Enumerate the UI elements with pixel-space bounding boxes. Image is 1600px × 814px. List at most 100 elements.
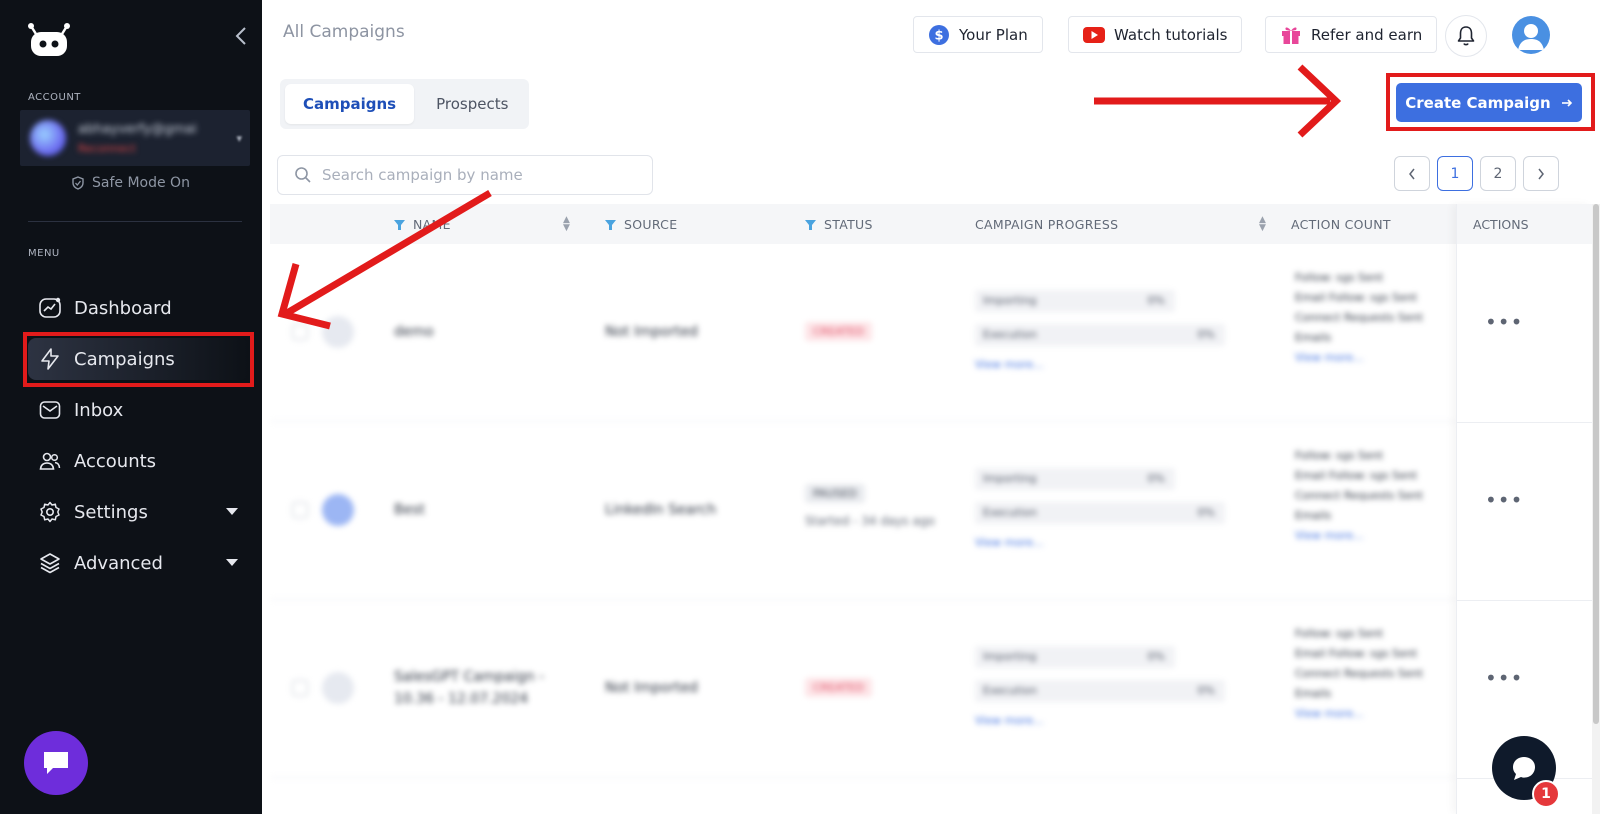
filter-icon[interactable] [805, 219, 816, 230]
table-row[interactable]: Best LinkedIn Search PAUSED Started - 34… [270, 422, 1456, 600]
pagination-next-button[interactable] [1523, 156, 1559, 191]
gift-icon [1282, 27, 1300, 44]
user-icon [1518, 24, 1544, 50]
layers-icon [40, 553, 60, 574]
pagination-page-1[interactable]: 1 [1437, 156, 1473, 191]
your-plan-label: Your Plan [959, 25, 1028, 44]
progress-view-more-link[interactable]: View more... [975, 358, 1044, 371]
status-badge: CREATED [805, 678, 873, 697]
table-row[interactable]: demo Not Imported CREATED Importing 0% Ex… [270, 244, 1456, 422]
column-header-action-count[interactable]: ACTION COUNT [1291, 217, 1391, 232]
user-avatar[interactable] [1512, 16, 1550, 54]
campaign-source: LinkedIn Search [605, 502, 717, 518]
account-section-label: ACCOUNT [28, 92, 81, 103]
account-name: abhayverfy@gmai [78, 122, 197, 137]
sidebar-item-label: Inbox [74, 399, 124, 421]
sidebar-divider [28, 221, 242, 222]
campaign-search [277, 155, 653, 195]
progress-view-more-link[interactable]: View more... [975, 536, 1044, 549]
app-logo[interactable] [26, 22, 72, 58]
sidebar-item-accounts[interactable]: Accounts [28, 440, 248, 482]
search-input[interactable] [322, 166, 642, 184]
users-icon [39, 452, 61, 470]
chevron-left-icon [1409, 168, 1415, 179]
refer-and-earn-button[interactable]: Refer and earn [1265, 16, 1438, 53]
row-checkbox[interactable] [292, 502, 308, 518]
campaign-name[interactable]: Best [394, 502, 425, 518]
your-plan-button[interactable]: $ Your Plan [913, 16, 1043, 53]
collapse-sidebar-icon[interactable] [234, 26, 250, 46]
scrollbar[interactable] [1592, 204, 1600, 814]
progress-execution: Execution 0% [975, 324, 1225, 346]
progress-view-more-link[interactable]: View more... [975, 714, 1044, 727]
sidebar-item-label: Accounts [74, 450, 157, 472]
chevron-down-icon [226, 508, 238, 515]
gear-icon [40, 501, 60, 523]
row-checkbox[interactable] [292, 324, 308, 340]
status-subtext: Started - 34 days ago [805, 514, 935, 528]
refer-and-earn-label: Refer and earn [1311, 25, 1423, 44]
campaign-name[interactable]: SalesGPT Campaign - 10.36 - 12.07.2024 [394, 666, 574, 710]
actions-column: ACTIONS ••• ••• ••• [1456, 204, 1593, 814]
progress-importing: Importing 0% [975, 290, 1175, 312]
table-row[interactable]: SalesGPT Campaign - 10.36 - 12.07.2024 N… [270, 600, 1456, 778]
safe-mode-indicator: Safe Mode On [72, 175, 190, 191]
sidebar-item-label: Settings [74, 501, 148, 523]
chat-bubble-icon [1513, 757, 1535, 780]
row-more-options-icon[interactable]: ••• [1485, 310, 1523, 334]
sort-icon[interactable]: ▲ ▼ [1259, 216, 1266, 233]
sidebar-item-advanced[interactable]: Advanced [28, 542, 248, 584]
sidebar-item-inbox[interactable]: Inbox [28, 389, 248, 431]
sidebar-item-dashboard[interactable]: Dashboard [28, 287, 248, 329]
sort-icon[interactable]: ▲ ▼ [563, 216, 570, 233]
tab-prospects[interactable]: Prospects [418, 84, 526, 124]
filter-icon[interactable] [394, 219, 405, 230]
page-title: All Campaigns [283, 22, 405, 42]
chat-launcher-button[interactable] [24, 731, 88, 795]
row-divider [1457, 422, 1593, 423]
campaign-avatar [322, 316, 354, 348]
create-campaign-highlight-box [1386, 73, 1595, 131]
chevron-down-icon [226, 559, 238, 566]
campaign-avatar [322, 494, 354, 526]
youtube-icon [1083, 26, 1105, 43]
row-divider [1457, 600, 1593, 601]
account-avatar [30, 120, 66, 156]
row-more-options-icon[interactable]: ••• [1485, 488, 1523, 512]
mail-icon [39, 401, 61, 419]
safe-mode-label: Safe Mode On [92, 175, 190, 191]
campaigns-highlight-box [23, 332, 254, 387]
notifications-button[interactable] [1445, 15, 1487, 57]
search-icon [295, 167, 311, 183]
column-header-status[interactable]: STATUS [805, 217, 873, 232]
dollar-icon: $ [929, 24, 949, 45]
filter-icon[interactable] [605, 219, 616, 230]
row-checkbox[interactable] [292, 680, 308, 696]
column-header-name[interactable]: NAME [394, 217, 451, 232]
app-root: ACCOUNT abhayverfy@gmai Reconnect ▾ Safe… [0, 0, 1600, 814]
pagination-prev-button[interactable] [1394, 156, 1430, 191]
campaign-name[interactable]: demo [394, 324, 434, 340]
sidebar-item-settings[interactable]: Settings [28, 491, 248, 533]
action-count-list: Follow: sgs Sent Email Follow: sgs Sent Co… [1295, 627, 1423, 720]
column-header-source[interactable]: SOURCE [605, 217, 677, 232]
account-switcher[interactable]: abhayverfy@gmai Reconnect ▾ [20, 110, 250, 166]
tab-campaigns[interactable]: Campaigns [285, 84, 415, 124]
watch-tutorials-label: Watch tutorials [1114, 25, 1228, 44]
view-tabs: Campaigns Prospects [280, 79, 529, 129]
status-badge: PAUSED [805, 484, 865, 503]
watch-tutorials-button[interactable]: Watch tutorials [1068, 16, 1243, 53]
column-header-actions: ACTIONS [1457, 204, 1592, 244]
progress-execution: Execution 0% [975, 680, 1225, 702]
pagination-page-2[interactable]: 2 [1480, 156, 1516, 191]
scrollbar-thumb[interactable] [1593, 204, 1599, 724]
progress-importing: Importing 0% [975, 468, 1175, 490]
bell-icon [1457, 26, 1475, 46]
account-chevron-icon: ▾ [236, 132, 242, 145]
row-more-options-icon[interactable]: ••• [1485, 666, 1523, 690]
sidebar-item-label: Dashboard [74, 297, 172, 319]
progress-importing: Importing 0% [975, 646, 1175, 668]
column-header-campaign-progress[interactable]: CAMPAIGN PROGRESS [975, 217, 1118, 232]
shield-icon [72, 176, 84, 190]
campaign-source: Not Imported [605, 680, 698, 696]
